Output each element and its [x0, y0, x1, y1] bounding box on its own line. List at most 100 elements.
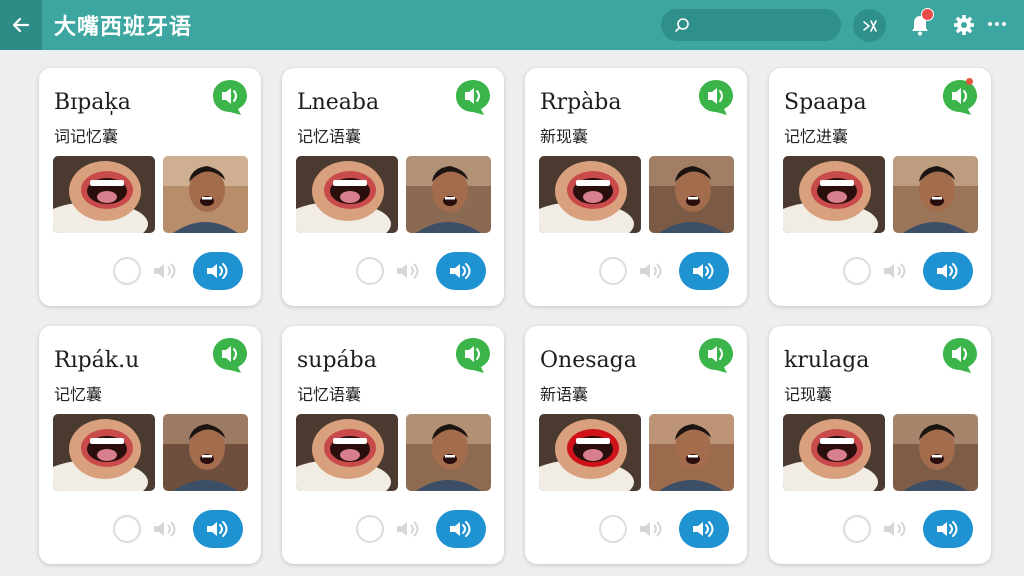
- app-title: 大嘴西班牙语: [54, 15, 193, 40]
- mark-known-checkbox[interactable]: [356, 515, 384, 543]
- card-word: Rıpák.u: [54, 348, 140, 373]
- notification-badge: [921, 8, 934, 21]
- word-card[interactable]: Spaapa 记忆进囊: [769, 68, 991, 306]
- slow-audio-button[interactable]: [882, 262, 910, 284]
- card-subtitle: 词记忆囊: [54, 127, 119, 146]
- face-photo: [406, 414, 491, 491]
- face-photo: [893, 414, 978, 491]
- speaker-icon: [397, 521, 419, 537]
- mark-known-checkbox[interactable]: [843, 257, 871, 285]
- card-subtitle: 记忆语囊: [297, 385, 362, 404]
- speaker-icon: [640, 521, 662, 537]
- play-audio-button[interactable]: [193, 510, 243, 548]
- new-indicator-dot: [966, 78, 973, 85]
- word-card[interactable]: Onesaga 新语囊: [525, 326, 747, 564]
- speaker-icon: [397, 263, 419, 279]
- play-audio-button[interactable]: [436, 252, 486, 290]
- word-card[interactable]: krulaga 记现囊: [769, 326, 991, 564]
- face-photo: [649, 414, 734, 491]
- card-word: supába: [297, 348, 377, 373]
- settings-button[interactable]: [952, 13, 976, 37]
- audio-bubble-button[interactable]: [941, 336, 979, 374]
- audio-bubble-button[interactable]: [697, 78, 735, 116]
- mouth-photo: [539, 414, 641, 491]
- speaker-icon: [693, 263, 714, 279]
- arrow-left-icon: [12, 17, 30, 33]
- mark-known-checkbox[interactable]: [113, 257, 141, 285]
- face-photo: [406, 156, 491, 233]
- play-audio-button[interactable]: [436, 510, 486, 548]
- speaker-icon: [937, 263, 958, 279]
- mark-known-checkbox[interactable]: [599, 257, 627, 285]
- audio-bubble-button[interactable]: [211, 336, 249, 374]
- audio-bubble-button[interactable]: [454, 336, 492, 374]
- speaker-icon: [154, 263, 176, 279]
- speaker-icon: [640, 263, 662, 279]
- speaker-icon: [937, 521, 958, 537]
- audio-bubble-button[interactable]: [454, 78, 492, 116]
- mark-known-checkbox[interactable]: [599, 515, 627, 543]
- word-card[interactable]: Rıpák.u 记忆囊: [39, 326, 261, 564]
- play-audio-button[interactable]: [923, 510, 973, 548]
- word-card[interactable]: supába 记忆语囊: [282, 326, 504, 564]
- shuffle-button[interactable]: [853, 9, 886, 42]
- mark-known-checkbox[interactable]: [356, 257, 384, 285]
- slow-audio-button[interactable]: [882, 520, 910, 542]
- card-subtitle: 记忆进囊: [784, 127, 849, 146]
- search-box[interactable]: [661, 9, 841, 41]
- gear-icon: [954, 15, 974, 35]
- card-word: Rrpàba: [540, 90, 622, 115]
- word-card[interactable]: Bɪpak̩a 词记忆囊: [39, 68, 261, 306]
- slow-audio-button[interactable]: [638, 262, 666, 284]
- face-photo: [893, 156, 978, 233]
- speech-bubble-speaker-icon: [699, 338, 733, 373]
- face-photo: [649, 156, 734, 233]
- slow-audio-button[interactable]: [638, 520, 666, 542]
- play-audio-button[interactable]: [923, 252, 973, 290]
- audio-bubble-button[interactable]: [941, 78, 979, 116]
- mouth-photo: [53, 156, 155, 233]
- card-word: Onesaga: [540, 348, 637, 373]
- face-photo: [163, 156, 248, 233]
- search-input[interactable]: [697, 17, 837, 33]
- speaker-icon: [207, 263, 228, 279]
- mouth-photo: [783, 156, 885, 233]
- mouth-photo: [539, 156, 641, 233]
- play-audio-button[interactable]: [679, 252, 729, 290]
- audio-bubble-button[interactable]: [211, 78, 249, 116]
- speech-bubble-speaker-icon: [456, 338, 490, 373]
- speaker-icon: [884, 521, 906, 537]
- more-icon: [988, 22, 1006, 26]
- speaker-icon: [154, 521, 176, 537]
- speech-bubble-speaker-icon: [213, 80, 247, 115]
- speaker-icon: [884, 263, 906, 279]
- more-button[interactable]: [987, 14, 1007, 34]
- mouth-photo: [296, 414, 398, 491]
- card-word: Lneaba: [297, 90, 380, 115]
- word-card[interactable]: Rrpàba 新现囊: [525, 68, 747, 306]
- card-subtitle: 记忆囊: [54, 385, 103, 404]
- card-word: Bɪpak̩a: [54, 90, 131, 115]
- mark-known-checkbox[interactable]: [843, 515, 871, 543]
- card-subtitle: 新语囊: [540, 385, 589, 404]
- search-icon: [675, 18, 689, 32]
- face-photo: [163, 414, 248, 491]
- word-card[interactable]: Lneaba 记忆语囊: [282, 68, 504, 306]
- speech-bubble-speaker-icon: [699, 80, 733, 115]
- card-word: krulaga: [784, 348, 870, 373]
- mouth-photo: [783, 414, 885, 491]
- speaker-icon: [450, 521, 471, 537]
- audio-bubble-button[interactable]: [697, 336, 735, 374]
- play-audio-button[interactable]: [193, 252, 243, 290]
- slow-audio-button[interactable]: [395, 262, 423, 284]
- mark-known-checkbox[interactable]: [113, 515, 141, 543]
- speaker-icon: [450, 263, 471, 279]
- card-subtitle: 记忆语囊: [297, 127, 362, 146]
- slow-audio-button[interactable]: [152, 520, 180, 542]
- slow-audio-button[interactable]: [395, 520, 423, 542]
- speech-bubble-speaker-icon: [456, 80, 490, 115]
- slow-audio-button[interactable]: [152, 262, 180, 284]
- back-button[interactable]: [0, 0, 42, 50]
- play-audio-button[interactable]: [679, 510, 729, 548]
- mouth-photo: [53, 414, 155, 491]
